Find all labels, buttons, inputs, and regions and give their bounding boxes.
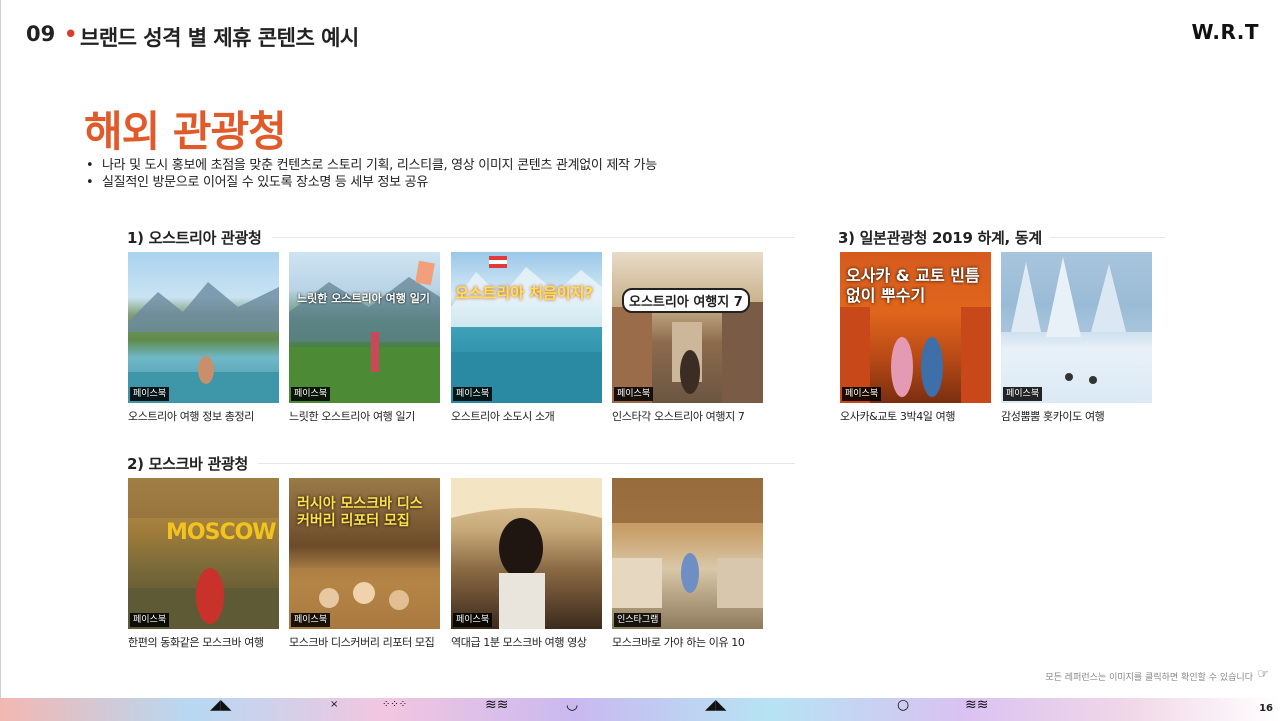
reference-card[interactable]: 페이스북 감성뿜뿜 홋카이도 여행 [1001, 252, 1152, 424]
doodle-icon: ◢◣ [210, 697, 232, 713]
reference-caption: 모스크바 디스커버리 리포터 모집 [289, 636, 435, 649]
description-item: 실질적인 방문으로 이어질 수 있도록 장소명 등 세부 정보 공유 [86, 174, 657, 191]
brand-logo: W.R.T [1191, 20, 1259, 44]
reference-thumbnail[interactable]: 페이스북 [128, 252, 279, 403]
section-dot: • [64, 22, 78, 46]
platform-tag: 인스타그램 [614, 613, 662, 627]
reference-caption: 인스타각 오스트리아 여행지 7 [612, 410, 745, 423]
lake-hill-image [289, 260, 440, 403]
doodle-icon: ◢◣ [705, 697, 727, 713]
japan-section-title: 3) 일본관광청 2019 하계, 동계 [838, 229, 1042, 247]
autumn-field-image [128, 478, 279, 629]
platform-tag: 페이스북 [130, 613, 170, 627]
section-number: 09 [26, 22, 56, 46]
platform-tag: 페이스북 [453, 613, 493, 627]
platform-tag: 페이스북 [291, 613, 331, 627]
reference-caption: 감성뿜뿜 홋카이도 여행 [1001, 410, 1105, 423]
thumbnail-headline: MOSCOW [166, 520, 277, 545]
reference-caption: 오사카&교토 3박4일 여행 [840, 410, 956, 423]
thumbnail-headline: 느릿한 오스트리아 여행 일기 [297, 292, 430, 305]
old-town-street-image [612, 302, 763, 403]
section-divider [1050, 237, 1165, 238]
austria-section-title: 1) 오스트리아 관광청 [127, 229, 262, 247]
page-number: 16 [1259, 703, 1273, 714]
section-title: 브랜드 성격 별 제휴 콘텐츠 예시 [80, 26, 359, 50]
doodle-icon: × [330, 699, 339, 710]
moscow-section-title: 2) 모스크바 관광청 [127, 455, 249, 473]
reference-card[interactable]: 오스트리아 여행지 7 페이스북 인스타각 오스트리아 여행지 7 [612, 252, 763, 424]
pointer-hand-icon: ☞ [1257, 667, 1269, 682]
reference-thumbnail[interactable]: 느릿한 오스트리아 여행 일기 페이스북 [289, 252, 440, 403]
platform-tag: 페이스북 [614, 387, 654, 401]
reference-thumbnail[interactable]: 오사카 & 교토 빈틈 없이 뿌수기 페이스북 [840, 252, 991, 403]
description-list: 나라 및 도시 홍보에 초점을 맞춘 컨텐츠로 스토리 기획, 리스티클, 영상… [86, 157, 657, 191]
footer-note: 모든 레퍼런스는 이미지를 클릭하면 확인할 수 있습니다 [1045, 673, 1253, 683]
reference-card[interactable]: 느릿한 오스트리아 여행 일기 페이스북 느릿한 오스트리아 여행 일기 [289, 252, 440, 424]
reference-caption: 오스트리아 여행 정보 총정리 [128, 410, 254, 423]
reference-card[interactable]: 오사카 & 교토 빈틈 없이 뿌수기 페이스북 오사카&교토 3박4일 여행 [840, 252, 991, 424]
alpine-lake-image [451, 256, 602, 403]
doodle-icon: ⁘⁘⁘ [382, 699, 408, 710]
reference-card[interactable]: MOSCOW 페이스북 한편의 동화같은 모스크바 여행 [128, 478, 279, 650]
section-divider [258, 463, 795, 464]
reference-caption: 한편의 동화같은 모스크바 여행 [128, 636, 264, 649]
reference-caption: 느릿한 오스트리아 여행 일기 [289, 410, 415, 423]
thumbnail-headline: 오사카 & 교토 빈틈 없이 뿌수기 [846, 266, 980, 305]
thumbnail-headline: 오스트리아 처음이지? [455, 284, 594, 302]
reference-caption: 오스트리아 소도시 소개 [451, 410, 555, 423]
reference-thumbnail[interactable]: 인스타그램 [612, 478, 763, 629]
platform-tag: 페이스북 [842, 387, 882, 401]
reference-thumbnail[interactable]: 오스트리아 여행지 7 페이스북 [612, 252, 763, 403]
reference-card[interactable]: 페이스북 오스트리아 여행 정보 총정리 [128, 252, 279, 424]
snowy-forest-image [1001, 252, 1152, 384]
doodle-icon: ◡ [566, 697, 579, 713]
reference-card[interactable]: 러시아 모스크바 디스커버리 리포터 모집 페이스북 모스크바 디스커버리 리포… [289, 478, 440, 650]
platform-tag: 페이스북 [453, 387, 493, 401]
reference-card[interactable]: 오스트리아 처음이지? 페이스북 오스트리아 소도시 소개 [451, 252, 602, 424]
doodle-icon: ○ [897, 697, 910, 713]
reference-thumbnail[interactable]: 러시아 모스크바 디스커버리 리포터 모집 페이스북 [289, 478, 440, 629]
platform-tag: 페이스북 [1003, 387, 1043, 401]
mountain-lake-image [128, 282, 279, 403]
thumbnail-headline: 오스트리아 여행지 7 [622, 288, 750, 313]
food-hall-image [612, 478, 763, 608]
reference-thumbnail[interactable]: 페이스북 [1001, 252, 1152, 403]
reference-thumbnail[interactable]: 오스트리아 처음이지? 페이스북 [451, 252, 602, 403]
platform-tag: 페이스북 [291, 387, 331, 401]
metro-station-portrait-image [451, 478, 602, 629]
reference-caption: 역대급 1분 모스크바 여행 영상 [451, 636, 587, 649]
description-item: 나라 및 도시 홍보에 초점을 맞춘 컨텐츠로 스토리 기획, 리스티클, 영상… [86, 157, 657, 174]
reference-caption: 모스크바로 가야 하는 이유 10 [612, 636, 745, 649]
section-divider [272, 237, 795, 238]
decorative-footer-band [0, 698, 1281, 721]
reference-thumbnail[interactable]: MOSCOW 페이스북 [128, 478, 279, 629]
page-title: 해외 관광청 [84, 107, 287, 156]
thumbnail-headline: 러시아 모스크바 디스커버리 리포터 모집 [297, 496, 423, 529]
platform-tag: 페이스북 [130, 387, 170, 401]
reference-thumbnail[interactable]: 페이스북 [451, 478, 602, 629]
doodle-icon: ≋≋ [965, 697, 989, 713]
reference-card[interactable]: 페이스북 역대급 1분 모스크바 여행 영상 [451, 478, 602, 650]
doodle-icon: ≋≋ [485, 697, 509, 713]
reference-card[interactable]: 인스타그램 모스크바로 가야 하는 이유 10 [612, 478, 763, 650]
